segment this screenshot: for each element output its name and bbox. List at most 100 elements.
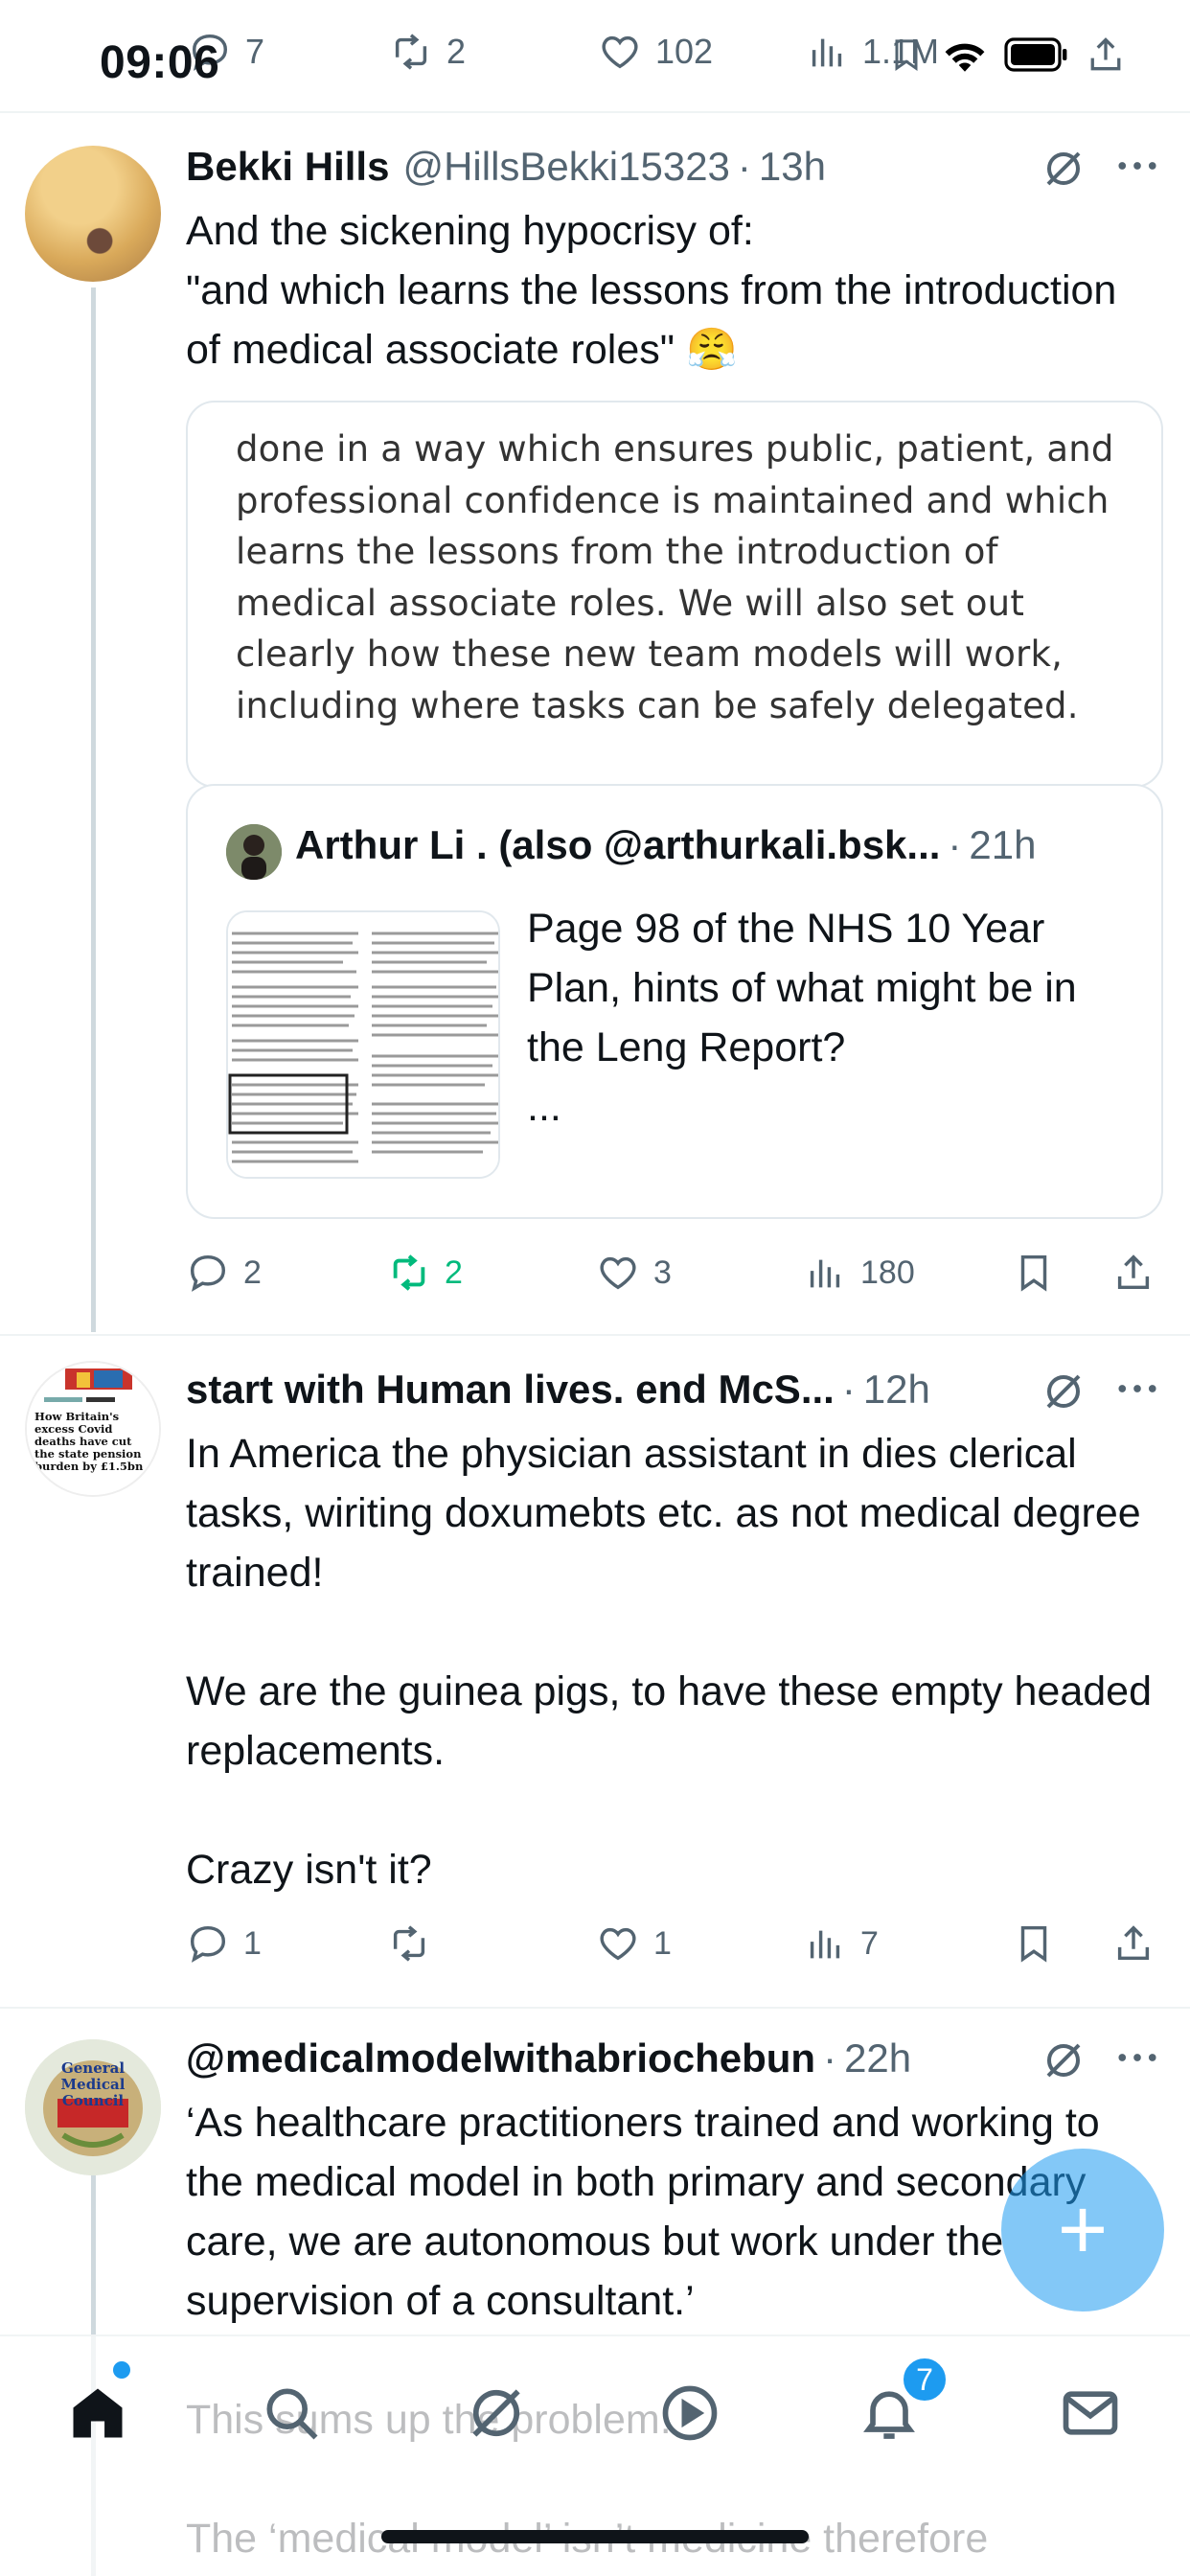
more-icon[interactable] (1111, 2032, 1163, 2083)
quoted-text: Page 98 of the NHS 10 Year Plan, hints o… (527, 906, 1077, 1130)
avatar[interactable]: How Britain's excess Covid deaths have c… (25, 1361, 161, 1497)
share-button[interactable] (1111, 1915, 1156, 1972)
like-count: 1 (653, 1924, 672, 1962)
views-icon (810, 1930, 840, 1959)
reply-count: 2 (243, 1254, 262, 1291)
reply-icon (190, 1254, 226, 1292)
avatar[interactable]: General Medical Council (25, 2039, 161, 2175)
quoted-tweet[interactable]: Arthur Li . (also @arthurkali.bsk... · 2… (186, 784, 1163, 1219)
notifications-badge: 7 (901, 2356, 949, 2404)
bookmark-icon (1020, 1254, 1047, 1292)
repost-icon (393, 1925, 425, 1962)
bookmark-icon (1020, 1925, 1047, 1963)
author-name[interactable]: @medicalmodelwithabriochebun (186, 2036, 815, 2082)
views-icon (812, 38, 842, 67)
reply-button[interactable]: 2 (186, 1244, 262, 1301)
battery-icon (1004, 37, 1067, 72)
views-button[interactable]: 180 (803, 1244, 915, 1301)
grok-icon[interactable] (1041, 2037, 1087, 2083)
reply-icon (190, 1925, 226, 1963)
views-icon (810, 1259, 840, 1288)
separator-dot: · (737, 144, 751, 189)
like-button[interactable]: 1 (596, 1915, 672, 1972)
bookmark-button[interactable] (1012, 1244, 1056, 1301)
like-count: 102 (655, 32, 714, 71)
compose-plus-icon: + (1057, 2182, 1109, 2278)
home-icon (73, 2388, 123, 2438)
bookmark-button[interactable] (1012, 1915, 1056, 1972)
status-time: 09:06 (100, 37, 220, 88)
home-new-dot (113, 2361, 130, 2379)
views-count: 7 (860, 1924, 879, 1962)
share-button[interactable] (1111, 1244, 1156, 1301)
author-name[interactable]: Bekki Hills (186, 144, 389, 190)
views-button[interactable]: 7 (803, 1915, 879, 1972)
share-icon[interactable] (1085, 33, 1127, 77)
more-icon[interactable] (1111, 140, 1163, 192)
top-bar: 7 2 102 1.1M 09:06 (0, 0, 1190, 113)
nav-video[interactable] (652, 2375, 728, 2451)
nav-search[interactable] (253, 2375, 330, 2451)
nav-home[interactable] (59, 2375, 136, 2451)
more-icon[interactable] (1111, 1363, 1163, 1414)
heart-icon (602, 35, 638, 69)
tweet-header: start with Human lives. end McS... · 12h (186, 1361, 930, 1418)
grok-icon[interactable] (1041, 146, 1087, 192)
compose-button[interactable]: + (1001, 2149, 1164, 2312)
reply-count: 7 (245, 32, 265, 71)
avatar[interactable] (25, 146, 161, 282)
tweet-image[interactable]: done in a way which ensures public, pati… (186, 401, 1163, 788)
nav-grok[interactable] (458, 2375, 535, 2451)
share-icon (1117, 1925, 1150, 1961)
heart-icon (600, 1927, 636, 1961)
quoted-time: 21h (969, 822, 1037, 867)
search-icon (266, 2388, 318, 2440)
repost-action[interactable]: 2 (389, 23, 466, 80)
repost-button[interactable] (387, 1915, 445, 1972)
divider (0, 2007, 1190, 2009)
like-button[interactable]: 3 (596, 1244, 672, 1301)
author-handle[interactable]: @HillsBekki15323 (402, 144, 729, 190)
quoted-author-name: Arthur Li . (also @arthurkali.bsk... (295, 822, 941, 867)
repost-icon (393, 1254, 425, 1291)
mail-icon (1063, 2391, 1118, 2435)
separator-dot: · (841, 1367, 856, 1412)
repost-button[interactable]: 2 (387, 1244, 463, 1301)
author-name[interactable]: start with Human lives. end McS... (186, 1367, 835, 1413)
tweet-header: Bekki Hills @HillsBekki15323 · 13h (186, 138, 826, 196)
quoted-thumbnail (226, 910, 500, 1179)
thread-line (91, 288, 96, 1332)
avatar-text: General Medical Council (60, 2059, 126, 2109)
tweet-actions: 2 2 3 180 (186, 1244, 1163, 1301)
repost-count: 2 (445, 1254, 463, 1291)
tweet-time[interactable]: 13h (759, 144, 826, 190)
reply-button[interactable]: 1 (186, 1915, 262, 1972)
repost-count: 2 (446, 32, 467, 71)
separator-dot: · (948, 822, 962, 867)
like-count: 3 (653, 1254, 672, 1291)
grok-icon[interactable] (1041, 1368, 1087, 1414)
repost-icon (395, 34, 427, 70)
separator-dot: · (823, 2036, 837, 2081)
nav-messages[interactable] (1052, 2375, 1129, 2451)
tweet-text: In America the physician assistant in di… (186, 1431, 1153, 1893)
grok-icon (472, 2389, 520, 2437)
views-count: 180 (860, 1254, 915, 1291)
avatar-headline: How Britain's excess Covid deaths have c… (34, 1410, 144, 1473)
divider (0, 1334, 1190, 1336)
heart-icon (600, 1256, 636, 1290)
tweet-time[interactable]: 12h (863, 1367, 930, 1413)
like-action[interactable]: 102 (598, 23, 713, 80)
play-icon (662, 2385, 718, 2441)
quoted-header: Arthur Li . (also @arthurkali.bsk... · 2… (295, 822, 1037, 868)
tweet-actions: 1 1 7 (186, 1915, 1163, 1972)
wifi-icon (945, 43, 985, 72)
tweet-time[interactable]: 22h (844, 2036, 911, 2082)
tweet-text: And the sickening hypocrisy of: "and whi… (186, 208, 1117, 373)
reply-count: 1 (243, 1924, 262, 1962)
status-icons (887, 33, 1127, 77)
tweet-header: @medicalmodelwithabriochebun · 22h (186, 2030, 911, 2087)
image-quoted-text: done in a way which ensures public, pati… (236, 428, 1114, 726)
quoted-avatar (226, 824, 282, 880)
bookmark-icon[interactable] (887, 33, 926, 77)
